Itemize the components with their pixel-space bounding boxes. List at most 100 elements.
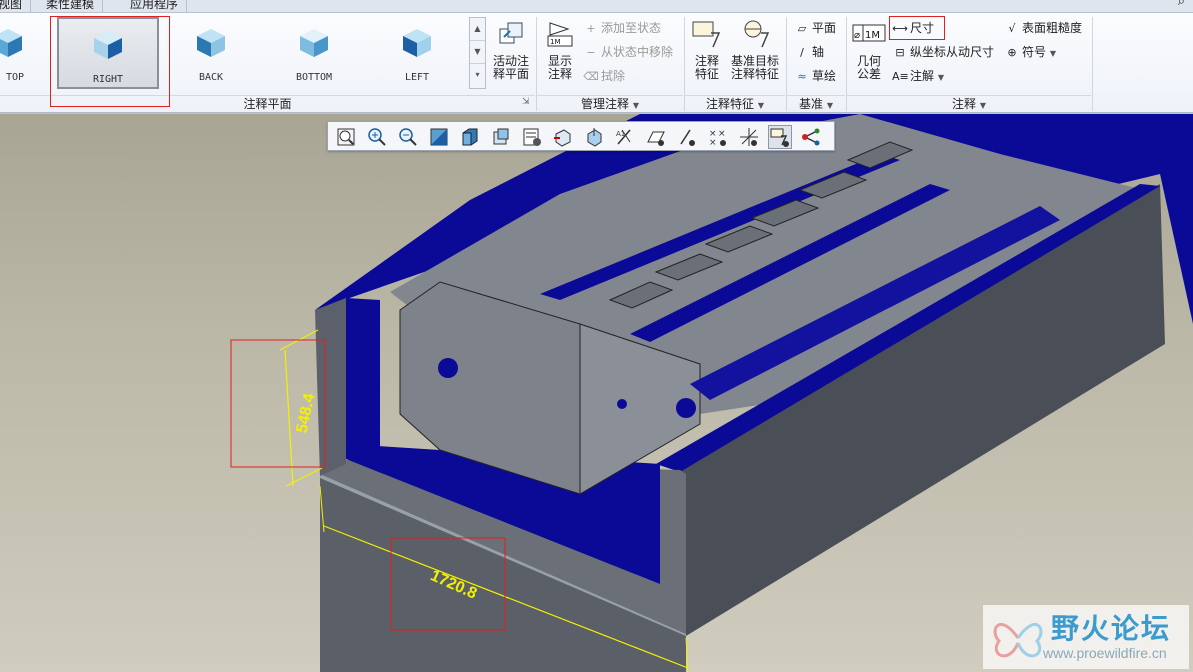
group-label-annotation-planes: 注释平面 xyxy=(0,95,535,111)
svg-text:×: × xyxy=(718,129,726,139)
spin-center-icon[interactable] xyxy=(799,125,823,149)
dimension-button[interactable]: ⟷ 尺寸 xyxy=(892,19,934,37)
sketch-icon: ≈ xyxy=(797,70,807,83)
activate-annotation-plane-button[interactable]: 活动注 释平面 xyxy=(491,19,531,81)
geometric-tolerance-icon: ⌀ 1M xyxy=(852,24,886,42)
gallery-scrollbar[interactable]: ▲ ▼ ▾ xyxy=(469,17,486,89)
erase-button[interactable]: ⌫ 拭除 xyxy=(583,67,625,85)
view-tile-right[interactable]: RIGHT xyxy=(57,17,159,89)
datum-axis-button[interactable]: / 轴 xyxy=(794,43,824,61)
repaint-icon[interactable] xyxy=(427,125,451,149)
mold-model-3d[interactable]: 548.4 1720.8 xyxy=(0,114,1193,672)
gallery-expand-icon[interactable]: ▾ xyxy=(470,64,485,87)
zoom-in-icon[interactable] xyxy=(365,125,389,149)
scroll-down-icon[interactable]: ▼ xyxy=(470,41,485,64)
scroll-up-icon[interactable]: ▲ xyxy=(470,18,485,41)
display-style-icon[interactable] xyxy=(458,125,482,149)
view-label: RIGHT xyxy=(92,74,124,85)
symbol-button[interactable]: ⊕ 符号 ▼ xyxy=(1004,43,1056,61)
surface-finish-icon: √ xyxy=(1008,22,1016,35)
button-label: 几何 公差 xyxy=(856,54,881,81)
remove-icon: − xyxy=(586,46,596,59)
note-icon: A≡ xyxy=(892,70,909,83)
saved-orientations-icon[interactable] xyxy=(489,125,513,149)
annotation-feature-icon xyxy=(692,21,721,48)
view-toolbar: A1 × × × xyxy=(327,121,835,151)
note-button[interactable]: A≡注解 ▼ xyxy=(892,67,944,85)
svg-text:×: × xyxy=(709,138,717,148)
refit-icon[interactable] xyxy=(334,125,358,149)
plane-display-icon[interactable] xyxy=(644,125,668,149)
model-left-pocket xyxy=(346,298,380,450)
axis-icon: / xyxy=(800,46,804,59)
button-label: 注解 xyxy=(910,69,935,83)
tab-view[interactable]: 视图 xyxy=(0,0,32,13)
group-label-text: 注释 xyxy=(952,97,977,111)
group-label-datum[interactable]: 基准 ▼ xyxy=(787,95,845,111)
annotation-display-icon[interactable] xyxy=(768,125,792,149)
cube-view-icon xyxy=(300,29,328,57)
search-icon[interactable]: ⌕ xyxy=(1178,0,1185,9)
coordinate-system-icon[interactable] xyxy=(737,125,761,149)
show-annotation-icon: 1M xyxy=(547,22,573,47)
annotation-feature-button[interactable]: 注释 特征 xyxy=(689,19,725,81)
datum-plane-button[interactable]: ▱ 平面 xyxy=(794,19,836,37)
datum-display-filter-icon[interactable] xyxy=(582,125,606,149)
button-label: 注释 特征 xyxy=(694,54,719,81)
group-label-manage-annotations[interactable]: 管理注释 ▼ xyxy=(537,95,683,111)
svg-text:A1: A1 xyxy=(616,130,625,138)
button-label: 添加至状态 xyxy=(601,21,662,35)
group-label-annotations[interactable]: 注释 ▼ xyxy=(847,95,1091,111)
view-tile-back[interactable]: BACK xyxy=(160,17,262,89)
tab-flexible-modeling[interactable]: 柔性建模 xyxy=(38,0,104,13)
dialog-launcher-icon[interactable]: ⇲ xyxy=(522,97,530,107)
view-tile-bottom[interactable]: BOTTOM xyxy=(263,17,365,89)
cube-view-icon xyxy=(94,31,122,59)
perspective-view-icon[interactable] xyxy=(551,125,575,149)
chevron-down-icon: ▼ xyxy=(632,101,639,110)
chevron-down-icon: ▼ xyxy=(826,101,833,110)
group-label-text: 注释特征 xyxy=(706,97,755,111)
tab-applications[interactable]: 应用程序 xyxy=(122,0,188,13)
view-tile-left[interactable]: LEFT xyxy=(366,17,468,89)
model-hole xyxy=(676,398,696,418)
dimension-height[interactable]: 548.4 xyxy=(279,329,323,487)
datum-target-icon xyxy=(744,20,770,48)
point-display-icon[interactable] xyxy=(675,125,699,149)
group-separator xyxy=(1092,17,1093,111)
csys-display-icon[interactable]: × × × xyxy=(706,125,730,149)
symbol-icon: ⊕ xyxy=(1007,46,1017,59)
graphics-viewport[interactable]: 548.4 1720.8 A1 × × × 野火论坛 www.proewildf… xyxy=(0,114,1193,672)
group-label-annotation-features[interactable]: 注释特征 ▼ xyxy=(685,95,785,111)
view-manager-icon[interactable] xyxy=(520,125,544,149)
watermark-url: www.proewildfire.cn xyxy=(1043,645,1167,661)
eraser-icon: ⌫ xyxy=(583,70,599,83)
group-label-text: 管理注释 xyxy=(581,97,630,111)
model-left-wall xyxy=(315,298,346,476)
cube-view-icon xyxy=(0,29,22,57)
cube-view-icon xyxy=(403,29,431,57)
view-tile-top[interactable]: TOP xyxy=(0,17,24,89)
dimension-height-value: 548.4 xyxy=(294,392,319,435)
axis-display-icon[interactable]: A1 xyxy=(613,125,637,149)
ribbon: TOP RIGHT BACK BOTTOM LEFT ▲ ▼ ▾ 注释平面 ⇲ xyxy=(0,13,1193,113)
button-label: 尺寸 xyxy=(910,21,935,35)
show-annotations-button[interactable]: 1M 显示 注释 xyxy=(541,19,579,81)
ordinate-driven-dimension-button[interactable]: ⊟ 纵坐标从动尺寸 xyxy=(892,43,994,61)
zoom-out-icon[interactable] xyxy=(396,125,420,149)
remove-from-state-button[interactable]: − 从状态中移除 xyxy=(583,43,673,61)
svg-text:⌀: ⌀ xyxy=(854,30,860,41)
group-label-text: 基准 xyxy=(799,97,824,111)
chevron-down-icon: ▼ xyxy=(937,73,944,82)
button-label: 草绘 xyxy=(812,69,837,83)
surface-finish-button[interactable]: √ 表面粗糙度 xyxy=(1004,19,1082,37)
add-to-state-button[interactable]: + 添加至状态 xyxy=(583,19,661,37)
ribbon-tab-bar: 视图 柔性建模 应用程序 ⌕ xyxy=(0,0,1193,13)
button-label: 基准目标 注释特征 xyxy=(730,54,779,81)
sketch-button[interactable]: ≈ 草绘 xyxy=(794,67,836,85)
geometric-tolerance-button[interactable]: ⌀ 1M 几何 公差 xyxy=(850,19,888,81)
datum-target-annotation-feature-button[interactable]: 基准目标 注释特征 xyxy=(729,19,781,81)
model-hole xyxy=(438,358,458,378)
group-label-text: 注释平面 xyxy=(243,97,292,111)
button-label: 显示 注释 xyxy=(547,54,572,81)
